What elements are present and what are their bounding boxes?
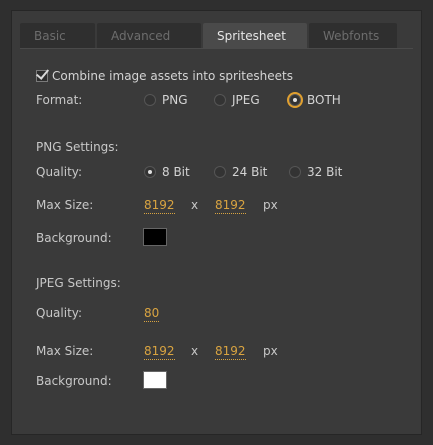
format-radio-jpeg[interactable]: JPEG — [214, 91, 278, 109]
combine-label: Combine image assets into spritesheets — [52, 69, 293, 83]
format-label: Format: — [36, 93, 83, 107]
radio-icon-selected[interactable] — [144, 166, 156, 178]
png-background-label: Background: — [36, 231, 112, 245]
radio-icon-selected[interactable] — [289, 94, 301, 106]
tab-basic[interactable]: Basic — [20, 23, 95, 49]
tab-advanced[interactable]: Advanced — [97, 23, 201, 49]
jpeg-quality-input[interactable]: 80 — [144, 305, 160, 322]
png-max-height-input[interactable]: 8192 — [215, 197, 246, 214]
format-radio-both[interactable]: BOTH — [289, 91, 353, 109]
jpeg-quality-label: Quality: — [36, 306, 83, 320]
tab-webfonts[interactable]: Webfonts — [309, 23, 397, 49]
png-background-swatch[interactable] — [143, 228, 167, 246]
png-size-unit: px — [263, 198, 278, 212]
combine-checkbox[interactable]: Combine image assets into spritesheets — [35, 66, 356, 85]
checkbox-box[interactable] — [35, 66, 50, 82]
radio-icon[interactable] — [144, 94, 156, 106]
jpeg-background-swatch[interactable] — [143, 371, 167, 389]
export-settings-panel: Basic Advanced Spritesheet Webfonts Comb… — [11, 10, 422, 435]
format-option-label: PNG — [162, 93, 188, 107]
jpeg-settings-heading: JPEG Settings: — [36, 276, 121, 290]
tab-spritesheet[interactable]: Spritesheet — [203, 23, 307, 49]
jpeg-max-width-input[interactable]: 8192 — [144, 343, 175, 360]
radio-icon[interactable] — [289, 166, 301, 178]
png-max-width-input[interactable]: 8192 — [144, 197, 175, 214]
format-option-label: JPEG — [232, 93, 260, 107]
jpeg-background-label: Background: — [36, 374, 112, 388]
jpeg-size-separator: x — [191, 344, 199, 358]
png-quality-option-label: 32 Bit — [307, 165, 343, 179]
png-size-separator: x — [191, 198, 199, 212]
radio-icon[interactable] — [214, 166, 226, 178]
png-quality-option-label: 24 Bit — [232, 165, 268, 179]
tab-bar: Basic Advanced Spritesheet Webfonts — [20, 23, 399, 49]
png-quality-radio-32bit[interactable]: 32 Bit — [289, 163, 357, 181]
check-icon — [35, 66, 50, 80]
png-quality-radio-8bit[interactable]: 8 Bit — [144, 163, 208, 181]
jpeg-size-unit: px — [263, 344, 278, 358]
png-quality-option-label: 8 Bit — [162, 165, 190, 179]
png-max-size-label: Max Size: — [36, 198, 94, 212]
format-option-label: BOTH — [307, 93, 341, 107]
format-radio-png[interactable]: PNG — [144, 91, 202, 109]
png-quality-radio-24bit[interactable]: 24 Bit — [214, 163, 282, 181]
tab-divider — [20, 48, 413, 49]
png-quality-label: Quality: — [36, 165, 83, 179]
jpeg-max-height-input[interactable]: 8192 — [215, 343, 246, 360]
radio-icon[interactable] — [214, 94, 226, 106]
png-settings-heading: PNG Settings: — [36, 140, 119, 154]
jpeg-max-size-label: Max Size: — [36, 344, 94, 358]
